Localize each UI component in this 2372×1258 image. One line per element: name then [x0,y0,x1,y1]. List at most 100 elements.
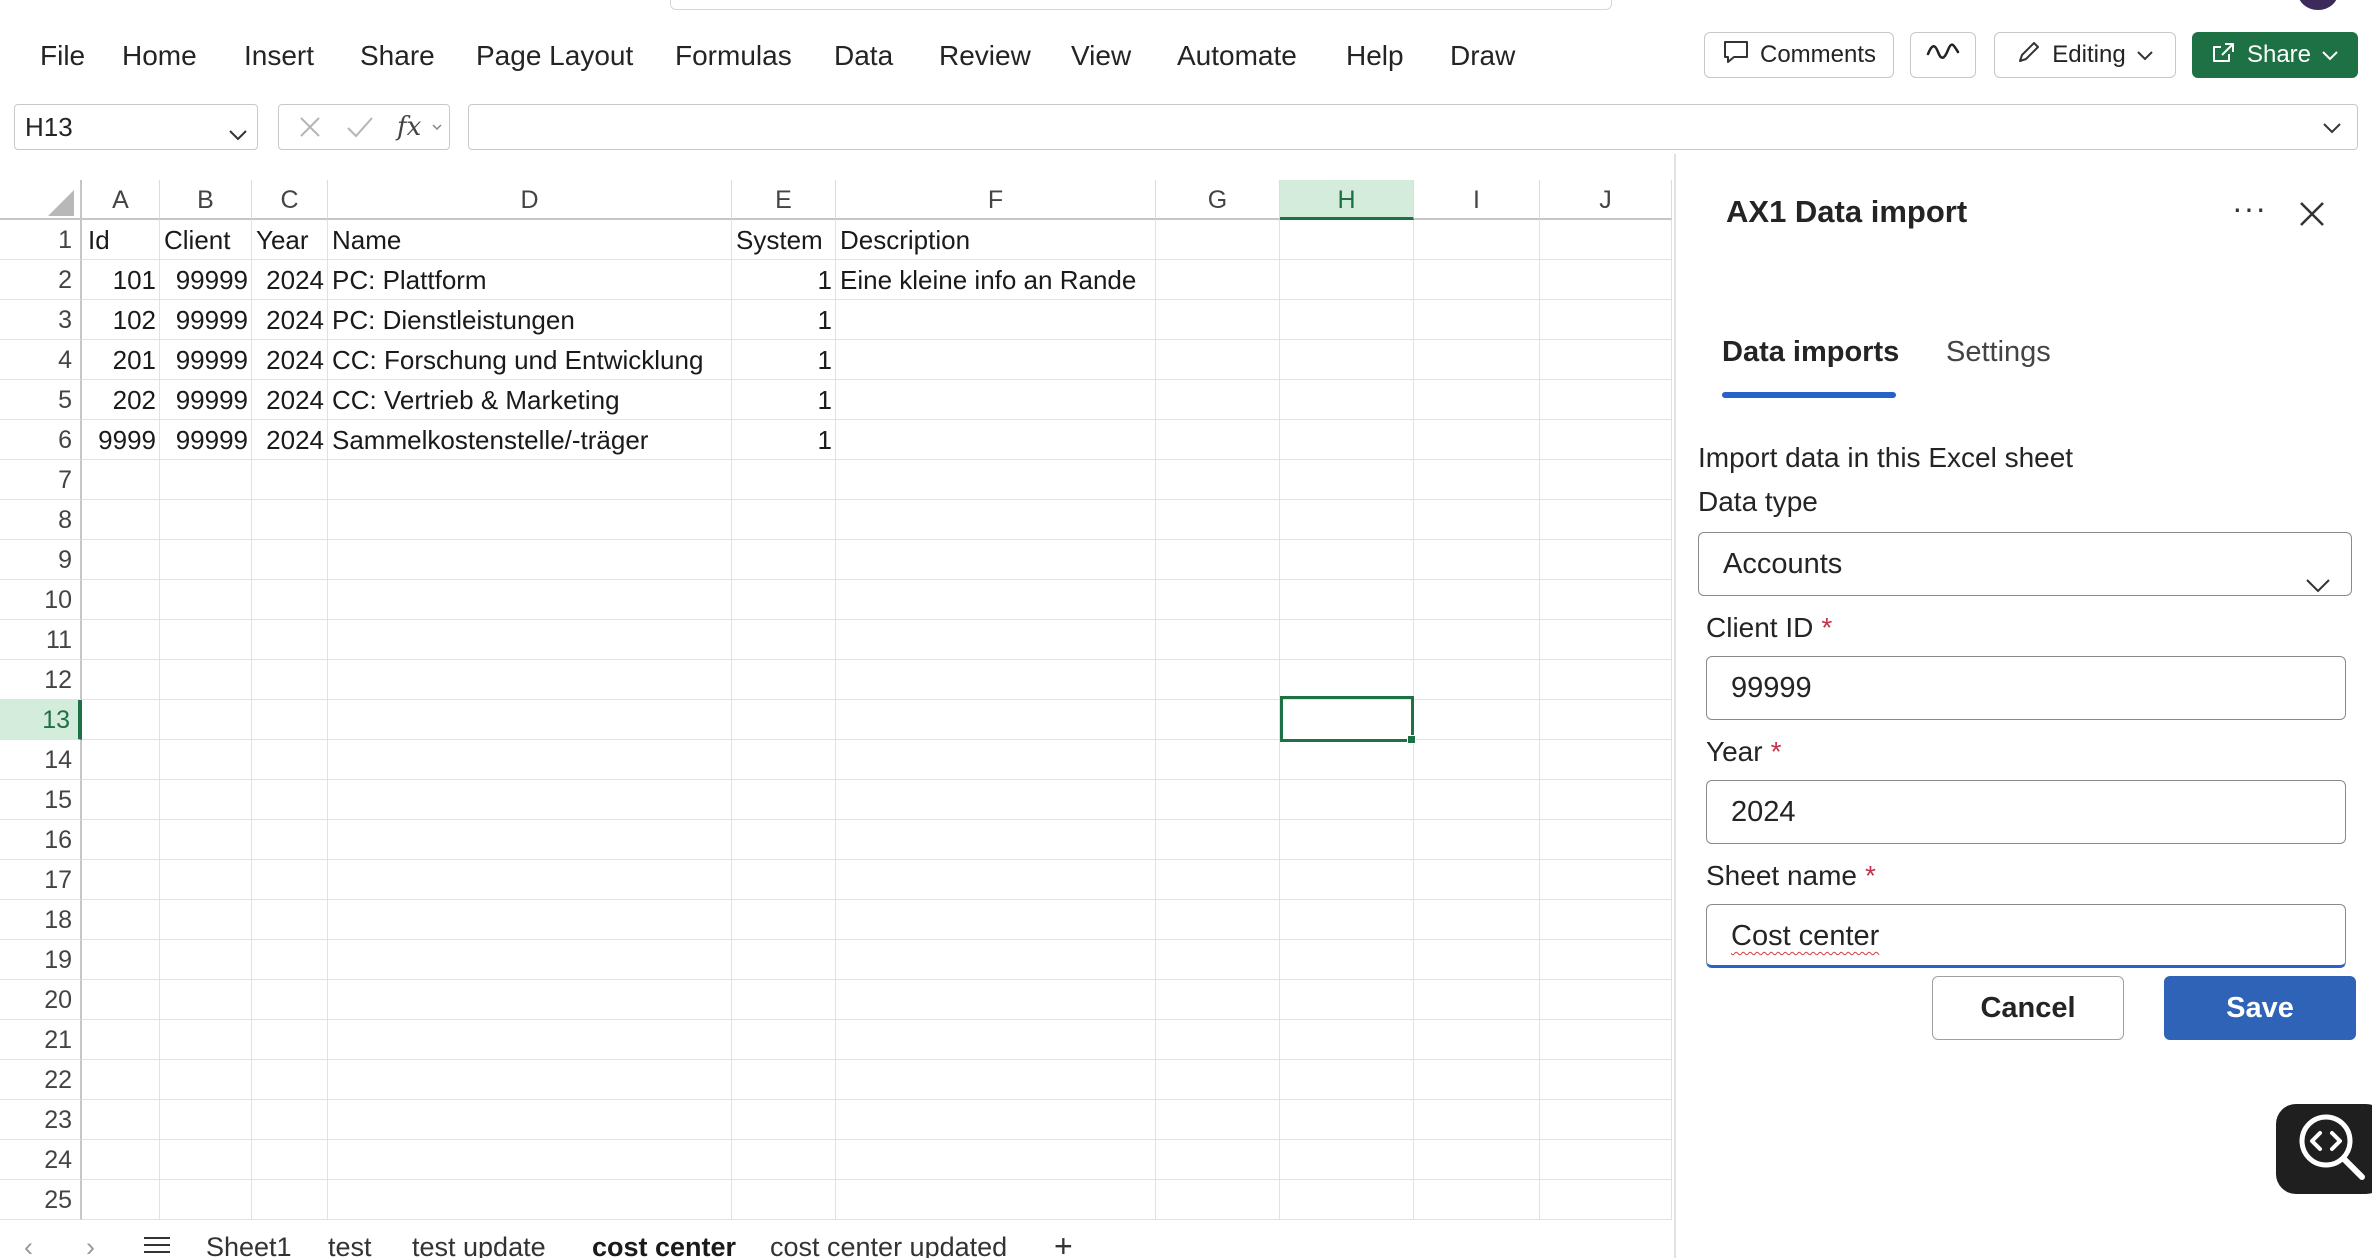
menu-view[interactable]: View [1071,38,1131,74]
cell-D3[interactable]: PC: Dienstleistungen [328,300,579,340]
active-cell-selection[interactable] [1280,696,1416,744]
cell-D6[interactable]: Sammelkostenstelle/-träger [328,420,652,460]
row-header-22[interactable]: 22 [0,1060,82,1100]
column-header-h[interactable]: H [1280,180,1414,220]
row-header-25[interactable]: 25 [0,1180,82,1220]
chevron-down-icon[interactable] [227,115,249,159]
menu-page-layout[interactable]: Page Layout [476,38,633,74]
cell-B4[interactable]: 99999 [160,340,252,380]
save-button[interactable]: Save [2164,976,2356,1040]
sheet-tab-test-update[interactable]: test update [412,1232,546,1258]
row-header-16[interactable]: 16 [0,820,82,860]
cancel-x-icon[interactable] [297,105,323,149]
row-header-6[interactable]: 6 [0,420,82,460]
menu-data[interactable]: Data [834,38,893,74]
cell-C4[interactable]: 2024 [252,340,328,380]
check-icon[interactable] [345,105,375,149]
close-icon[interactable] [2298,200,2326,233]
cell-F2[interactable]: Eine kleine info an Rande [836,260,1140,300]
cell-F1[interactable]: Description [836,220,974,260]
chevron-down-icon[interactable] [2321,117,2343,144]
client-id-field[interactable]: 99999 [1706,656,2346,720]
cell-B2[interactable]: 99999 [160,260,252,300]
menu-insert[interactable]: Insert [244,38,314,74]
row-header-15[interactable]: 15 [0,780,82,820]
column-header-i[interactable]: I [1414,180,1540,220]
search-box[interactable] [670,0,1612,10]
cell-F4[interactable] [836,340,844,380]
avatar[interactable] [2296,0,2340,12]
formula-input[interactable] [468,104,2358,150]
cell-E1[interactable]: System [732,220,827,260]
sheet-tab-sheet1[interactable]: Sheet1 [206,1232,292,1258]
cell-C1[interactable]: Year [252,220,313,260]
row-header-4[interactable]: 4 [0,340,82,380]
cell-A3[interactable]: 102 [82,300,160,340]
cancel-button[interactable]: Cancel [1932,976,2124,1040]
row-header-17[interactable]: 17 [0,860,82,900]
editing-mode-button[interactable]: Editing [1994,32,2176,78]
year-field[interactable]: 2024 [1706,780,2346,844]
activity-button[interactable] [1910,32,1976,78]
cell-B6[interactable]: 99999 [160,420,252,460]
row-header-12[interactable]: 12 [0,660,82,700]
column-header-a[interactable]: A [82,180,160,220]
cell-E4[interactable]: 1 [732,340,836,380]
row-header-19[interactable]: 19 [0,940,82,980]
add-sheet-button[interactable]: + [1054,1228,1073,1258]
select-all-corner[interactable] [0,180,82,220]
sheet-tab-cost-center[interactable]: cost center [592,1232,736,1258]
comments-button[interactable]: Comments [1704,32,1894,78]
cell-A1[interactable]: Id [84,220,114,260]
row-header-2[interactable]: 2 [0,260,82,300]
menu-help[interactable]: Help [1346,38,1404,74]
row-header-18[interactable]: 18 [0,900,82,940]
cell-E5[interactable]: 1 [732,380,836,420]
menu-home[interactable]: Home [122,38,197,74]
fx-icon[interactable]: fx [397,105,421,149]
cell-A4[interactable]: 201 [82,340,160,380]
column-header-g[interactable]: G [1156,180,1280,220]
row-header-23[interactable]: 23 [0,1100,82,1140]
row-header-24[interactable]: 24 [0,1140,82,1180]
tab-settings[interactable]: Settings [1946,336,2051,369]
column-header-e[interactable]: E [732,180,836,220]
cell-E3[interactable]: 1 [732,300,836,340]
row-header-13[interactable]: 13 [0,700,82,740]
row-header-8[interactable]: 8 [0,500,82,540]
column-header-f[interactable]: F [836,180,1156,220]
cell-E2[interactable]: 1 [732,260,836,300]
share-button[interactable]: Share [2192,32,2358,78]
cell-D5[interactable]: CC: Vertrieb & Marketing [328,380,624,420]
row-header-7[interactable]: 7 [0,460,82,500]
cell-A5[interactable]: 202 [82,380,160,420]
all-sheets-menu-icon[interactable] [142,1232,172,1258]
chevron-down-icon[interactable] [431,105,443,149]
fill-handle[interactable] [1407,735,1416,744]
row-header-10[interactable]: 10 [0,580,82,620]
column-header-j[interactable]: J [1540,180,1672,220]
column-header-d[interactable]: D [328,180,732,220]
cell-D2[interactable]: PC: Plattform [328,260,491,300]
row-header-11[interactable]: 11 [0,620,82,660]
menu-file[interactable]: File [40,38,85,74]
cell-B3[interactable]: 99999 [160,300,252,340]
menu-automate[interactable]: Automate [1177,38,1297,74]
spreadsheet-grid[interactable]: ABCDEFGHIJ 1 2 3 4 5 6 7 8 9 10 11 12 13 14 15 16 17 18 19… [0,180,1672,1220]
menu-draw[interactable]: Draw [1450,38,1515,74]
cell-C3[interactable]: 2024 [252,300,328,340]
row-header-20[interactable]: 20 [0,980,82,1020]
row-header-14[interactable]: 14 [0,740,82,780]
name-box[interactable]: H13 [14,104,258,150]
scroll-right-icon[interactable]: › [86,1232,95,1258]
menu-share[interactable]: Share [360,38,435,74]
column-header-c[interactable]: C [252,180,328,220]
cell-B1[interactable]: Client [160,220,234,260]
row-header-1[interactable]: 1 [0,220,82,260]
sheet-name-field[interactable]: Cost center [1706,904,2346,968]
cell-D1[interactable]: Name [328,220,405,260]
tab-data-imports[interactable]: Data imports [1722,336,1899,369]
cell-A6[interactable]: 9999 [82,420,160,460]
row-header-21[interactable]: 21 [0,1020,82,1060]
code-search-button[interactable] [2276,1104,2372,1194]
